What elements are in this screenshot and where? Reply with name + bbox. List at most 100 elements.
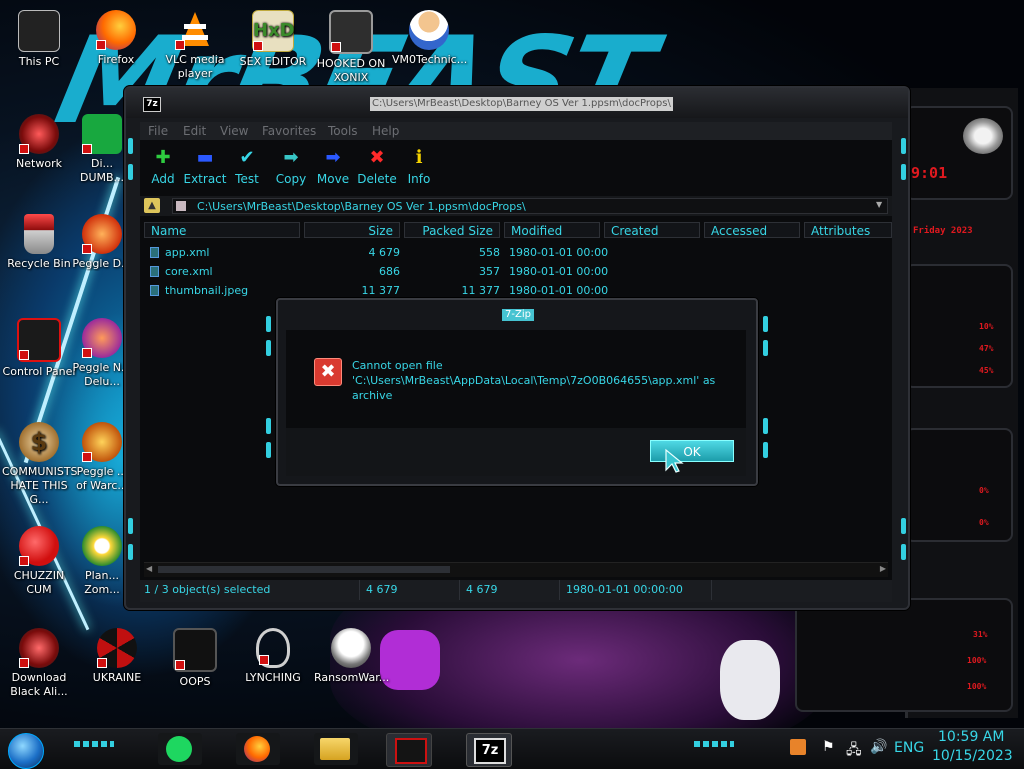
wallpaper-sneaker — [720, 640, 780, 720]
desktop-icon-vm0technic[interactable]: VM0Technic... — [392, 10, 467, 67]
widget-stat: 0% — [979, 486, 989, 495]
desktop-icon-label: Di... DUMB... — [79, 157, 125, 184]
7zip-icon: 7z — [143, 97, 161, 112]
frame-accent — [901, 138, 906, 154]
info-label: Info — [407, 172, 431, 186]
frame-accent — [763, 442, 768, 458]
desktop-icon-label: RansomWar... — [314, 671, 390, 684]
delete-button[interactable]: ✖ Delete — [354, 148, 400, 187]
frame-accent — [128, 544, 133, 560]
volume-icon[interactable]: 🔊 — [870, 739, 887, 755]
file-row[interactable]: app.xml 4 679 558 1980-01-01 00:00 — [144, 244, 608, 262]
desktop-icon-dumb[interactable]: Di... DUMB... — [72, 114, 132, 185]
desktop-icon-peggle-d[interactable]: Peggle D... — [72, 214, 132, 271]
horizontal-scrollbar[interactable]: ◀ ▶ — [144, 562, 888, 577]
desktop-icon-sex-editor[interactable]: HxD SEX EDITOR — [236, 10, 310, 69]
extract-button[interactable]: ▬ Extract — [182, 148, 228, 187]
column-created[interactable]: Created — [604, 222, 700, 238]
title-bar[interactable]: 7z C:\Users\MrBeast\Desktop\Barney OS Ve… — [126, 88, 908, 118]
clock-time[interactable]: 10:59 AM — [938, 729, 1004, 745]
desktop-icon-hooked-on-xonix[interactable]: HOOKED ON XONIX — [314, 10, 388, 85]
column-modified[interactable]: Modified — [504, 222, 600, 238]
widget-time: 9:01 — [911, 164, 948, 182]
doctor-avatar-icon — [409, 10, 449, 50]
scroll-left-icon[interactable]: ◀ — [146, 564, 152, 573]
address-field[interactable]: C:\Users\MrBeast\Desktop\Barney OS Ver 1… — [172, 198, 888, 214]
scroll-right-icon[interactable]: ▶ — [880, 564, 886, 573]
column-size[interactable]: Size — [304, 222, 400, 238]
test-label: Test — [235, 172, 259, 186]
desktop-icon-vlc[interactable]: VLC media player — [158, 10, 232, 81]
check-icon: ✔ — [239, 147, 255, 168]
xonix-game-icon — [329, 10, 373, 54]
widget-stat: 45% — [979, 366, 994, 375]
peggle-icon — [82, 422, 122, 462]
flower-icon — [82, 526, 122, 566]
file-modified: 1980-01-01 00:00 — [509, 246, 609, 259]
flag-icon[interactable]: ⚑ — [822, 739, 835, 755]
column-attributes[interactable]: Attributes — [804, 222, 892, 238]
desktop-icon-peggle-warcraft[interactable]: Peggle ... of Warc... — [72, 422, 132, 493]
status-packed: 4 679 — [462, 580, 560, 600]
menu-file[interactable]: File — [148, 124, 168, 138]
menu-help[interactable]: Help — [372, 124, 399, 138]
column-accessed[interactable]: Accessed — [704, 222, 800, 238]
menu-edit[interactable]: Edit — [183, 124, 206, 138]
tray-app-icon[interactable] — [790, 739, 806, 755]
frame-accent — [266, 418, 271, 434]
error-dialog[interactable]: 7-Zip ✖ Cannot open file 'C:\Users\MrBea… — [266, 298, 768, 486]
network-icon[interactable]: 🖧 — [846, 739, 862, 763]
desktop-icon-firefox[interactable]: Firefox — [79, 10, 153, 67]
copy-label: Copy — [275, 172, 307, 186]
desktop-icon-peggle-nights[interactable]: Peggle N... Delu... — [72, 318, 132, 389]
widget-taskbar-button[interactable] — [386, 733, 432, 767]
desktop-icon-chuzzin[interactable]: CHUZZIN CUM — [2, 526, 76, 597]
recycle-bin-icon — [24, 214, 54, 254]
desktop-icon-recycle-bin[interactable]: Recycle Bin — [2, 214, 76, 271]
7zip-icon: 7z — [474, 738, 506, 764]
file-explorer-taskbar-button[interactable] — [314, 733, 358, 765]
add-label: Add — [151, 172, 175, 186]
desktop-icon-lynching[interactable]: LYNCHING — [236, 628, 310, 685]
image-file-icon — [150, 285, 159, 296]
desktop-icon-label: Network — [16, 157, 62, 170]
add-button[interactable]: ✚ Add — [140, 147, 186, 187]
scroll-thumb[interactable] — [158, 566, 450, 573]
spotify-taskbar-button[interactable] — [158, 733, 202, 765]
widget-stat: 31% — [973, 630, 988, 639]
7zip-taskbar-button[interactable]: 7z — [466, 733, 512, 767]
desktop-icon-network[interactable]: Network — [2, 114, 76, 171]
firefox-taskbar-button[interactable] — [236, 733, 280, 765]
frame-accent — [266, 442, 271, 458]
column-packed-size[interactable]: Packed Size — [404, 222, 500, 238]
plus-icon: ✚ — [155, 147, 171, 168]
language-indicator[interactable]: ENG — [894, 740, 924, 756]
ok-button[interactable]: OK — [650, 440, 734, 462]
desktop-icon-control-panel[interactable]: Control Panel — [2, 318, 76, 379]
file-name: thumbnail.jpeg — [165, 284, 249, 297]
desktop-icon-download-black-alien[interactable]: Download Black Ali... — [2, 628, 76, 699]
clock-date[interactable]: 10/15/2023 — [932, 748, 1013, 764]
widget-system-panel: 10% 47% 45% — [905, 264, 1013, 388]
file-row[interactable]: core.xml 686 357 1980-01-01 00:00 — [144, 263, 608, 281]
desktop-icon-this-pc[interactable]: This PC — [2, 10, 76, 69]
desktop-icon-plants-zombies[interactable]: Plan... Zom... — [72, 526, 132, 597]
desktop-icon-communists[interactable]: $ COMMUNISTS HATE THIS G... — [2, 422, 78, 507]
start-button[interactable] — [8, 733, 44, 769]
column-name[interactable]: Name — [144, 222, 300, 238]
menu-view[interactable]: View — [220, 124, 248, 138]
test-button[interactable]: ✔ Test — [224, 147, 270, 187]
desktop-icon-ransomware[interactable]: RansomWar... — [314, 628, 390, 685]
desktop-icon-ukraine[interactable]: UKRAINE — [80, 628, 154, 685]
copy-button[interactable]: ➡ Copy — [268, 148, 314, 187]
menu-bar: File Edit View Favorites Tools Help — [140, 122, 892, 140]
move-button[interactable]: ➡ Move — [310, 148, 356, 187]
menu-favorites[interactable]: Favorites — [262, 124, 316, 138]
desktop-icon-oops[interactable]: OOPS — [158, 628, 232, 689]
widget-stat: 47% — [979, 344, 994, 353]
info-button[interactable]: ℹ Info — [396, 148, 442, 187]
folder-up-icon[interactable]: ▲ — [144, 198, 160, 213]
chevron-down-icon[interactable]: ▼ — [876, 200, 882, 209]
menu-tools[interactable]: Tools — [328, 124, 358, 138]
desktop-icon-label: Plan... Zom... — [84, 569, 120, 596]
